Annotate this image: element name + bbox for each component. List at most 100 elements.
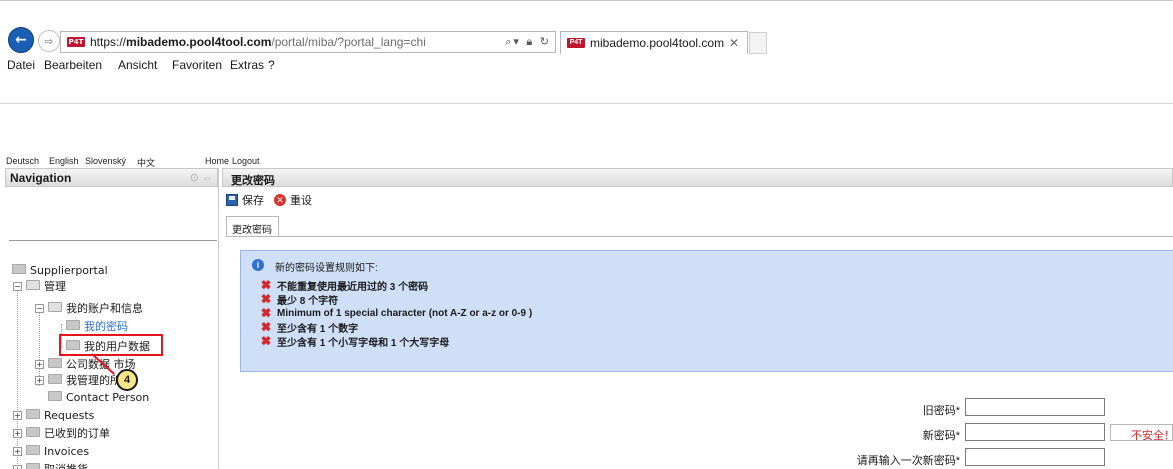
folder-icon — [26, 463, 40, 469]
navigation-title: Navigation — [10, 171, 72, 185]
tree-item-orders[interactable]: + 已收到的订单 — [13, 425, 110, 441]
browser-chrome: ← ⇨ P4T https://mibademo.pool4tool.com/p… — [0, 0, 1173, 132]
menu-extras[interactable]: Extras — [230, 58, 264, 72]
url-host: mibademo.pool4tool.com — [126, 35, 272, 49]
expand-toggle-icon[interactable]: + — [13, 428, 22, 438]
back-button[interactable]: ← — [8, 27, 34, 53]
rule-text: Minimum of 1 special character (not A-Z … — [277, 307, 533, 319]
tree-item-cut-off[interactable]: + 取消推货 — [13, 461, 88, 469]
language-strip: Deutsch English Slovenský 中文 Home Logout — [0, 156, 1173, 168]
new-password-field[interactable] — [965, 423, 1105, 441]
menu-bar: Datei Bearbeiten Ansicht Favoriten Extra… — [0, 56, 1173, 104]
menu-view[interactable]: Ansicht — [118, 58, 157, 72]
rule-item: ✖ 至少含有 1 个数字 — [261, 319, 358, 335]
reset-icon[interactable]: ✕ — [274, 194, 286, 206]
tree-item-my-account[interactable]: − 我的账户和信息 — [35, 300, 143, 316]
tree-item-invoices[interactable]: + Invoices — [13, 443, 89, 459]
tab-divider — [226, 236, 1173, 237]
info-icon: i — [252, 259, 264, 271]
menu-favorites[interactable]: Favoriten — [172, 58, 222, 72]
expand-toggle-icon[interactable]: + — [13, 446, 22, 456]
close-icon[interactable]: ✕ — [729, 36, 739, 50]
tree-item-contact-person[interactable]: Contact Person — [48, 389, 149, 405]
tree-item-requests[interactable]: + Requests — [13, 407, 94, 423]
folder-icon — [26, 409, 40, 419]
tab-title: mibademo.pool4tool.com — [590, 36, 725, 50]
expand-toggle-icon[interactable]: + — [35, 359, 44, 369]
tree-item-my-password[interactable]: 我的密码 — [66, 318, 128, 334]
search-icon[interactable]: ⌕ — [505, 35, 513, 48]
save-icon[interactable] — [226, 194, 238, 206]
arrow-right-icon: ⇨ — [44, 34, 54, 48]
password-strength-indicator: 不安全！ — [1110, 424, 1173, 441]
old-password-field[interactable] — [965, 398, 1105, 416]
step-callout: 4 — [116, 369, 138, 391]
folder-icon — [48, 302, 62, 312]
address-tools[interactable]: ⌕▾ 🔒︎ ↻ — [505, 35, 551, 49]
old-password-label: 旧密码* — [922, 405, 960, 417]
tree-label: Contact Person — [66, 390, 150, 404]
refresh-icon[interactable]: ↻ — [540, 35, 551, 48]
site-favicon-icon: P4T — [67, 37, 85, 47]
portal-icon — [12, 264, 26, 274]
menu-edit[interactable]: Bearbeiten — [44, 58, 102, 72]
arrow-left-icon: ← — [15, 32, 27, 48]
pin-icon[interactable]: ⊙ — [190, 172, 199, 184]
folder-icon — [48, 358, 62, 368]
lang-slovensky[interactable]: Slovenský — [85, 156, 126, 166]
confirm-password-label: 请再输入一次新密码* — [856, 455, 960, 467]
collapse-toggle-icon[interactable]: − — [13, 281, 22, 291]
fail-x-icon: ✖ — [261, 333, 272, 348]
page-title: 更改密码 — [222, 168, 1173, 187]
save-button[interactable]: 保存 — [242, 192, 264, 208]
rules-title: 新的密码设置规则如下: — [275, 263, 378, 274]
lock-icon[interactable]: 🔒︎ — [526, 35, 534, 48]
url-path: /portal/miba/?portal_lang=chi — [271, 35, 426, 49]
tree-item-manage[interactable]: − 管理 — [13, 278, 66, 294]
forward-button[interactable]: ⇨ — [38, 30, 60, 52]
lang-english[interactable]: English — [49, 156, 79, 166]
new-password-label: 新密码* — [922, 430, 960, 442]
panel-controls[interactable]: ⊙ ⇔ — [190, 171, 213, 184]
rule-text: 至少含有 1 个小写字母和 1 个大写字母 — [277, 337, 450, 349]
home-link[interactable]: Home — [205, 156, 229, 166]
tree-label: Invoices — [44, 444, 90, 458]
folder-icon — [26, 445, 40, 455]
menu-file[interactable]: Datei — [7, 58, 35, 72]
reset-button[interactable]: 重设 — [290, 192, 312, 208]
address-bar[interactable]: P4T https://mibademo.pool4tool.com/porta… — [60, 31, 556, 53]
menu-help[interactable]: ? — [268, 58, 275, 72]
fail-x-icon: ✖ — [261, 291, 272, 306]
rule-item: ✖ Minimum of 1 special character (not A-Z… — [261, 307, 532, 319]
tree-label: 取消推货 — [44, 461, 88, 469]
folder-icon — [66, 320, 80, 330]
fail-x-icon: ✖ — [261, 319, 272, 334]
logout-link[interactable]: Logout — [232, 156, 260, 166]
folder-icon — [26, 427, 40, 437]
lang-deutsch[interactable]: Deutsch — [6, 156, 39, 166]
tree-label: 管理 — [44, 280, 66, 293]
rule-item: ✖ 最少 8 个字符 — [261, 291, 338, 307]
tree-label: Supplierportal — [30, 263, 108, 277]
expand-toggle-icon[interactable]: + — [35, 375, 44, 385]
new-tab-button[interactable] — [749, 32, 767, 54]
confirm-password-field[interactable] — [965, 448, 1105, 466]
rule-item: ✖ 不能重复使用最近用过的 3 个密码 — [261, 277, 429, 293]
highlight-box — [59, 334, 163, 356]
tab-change-password[interactable]: 更改密码 — [226, 216, 279, 236]
browser-tab[interactable]: P4T mibademo.pool4tool.com ✕ — [560, 31, 748, 54]
fail-x-icon: ✖ — [261, 277, 272, 292]
folder-icon — [26, 280, 40, 290]
tree-item-root[interactable]: Supplierportal — [12, 262, 108, 278]
tab-favicon-icon: P4T — [567, 38, 585, 48]
collapse-toggle-icon[interactable]: − — [35, 303, 44, 313]
expand-toggle-icon[interactable]: + — [13, 464, 22, 469]
expand-toggle-icon[interactable]: + — [13, 410, 22, 420]
divider — [9, 240, 217, 241]
fail-x-icon: ✖ — [261, 305, 272, 320]
collapse-icon[interactable]: ⇔ — [202, 172, 213, 184]
url-scheme: https:// — [90, 35, 127, 49]
rule-text: 不能重复使用最近用过的 3 个密码 — [277, 281, 429, 293]
tree-item-my-managed[interactable]: + 我管理的所 — [35, 372, 121, 388]
rule-item: ✖ 至少含有 1 个小写字母和 1 个大写字母 — [261, 333, 450, 349]
